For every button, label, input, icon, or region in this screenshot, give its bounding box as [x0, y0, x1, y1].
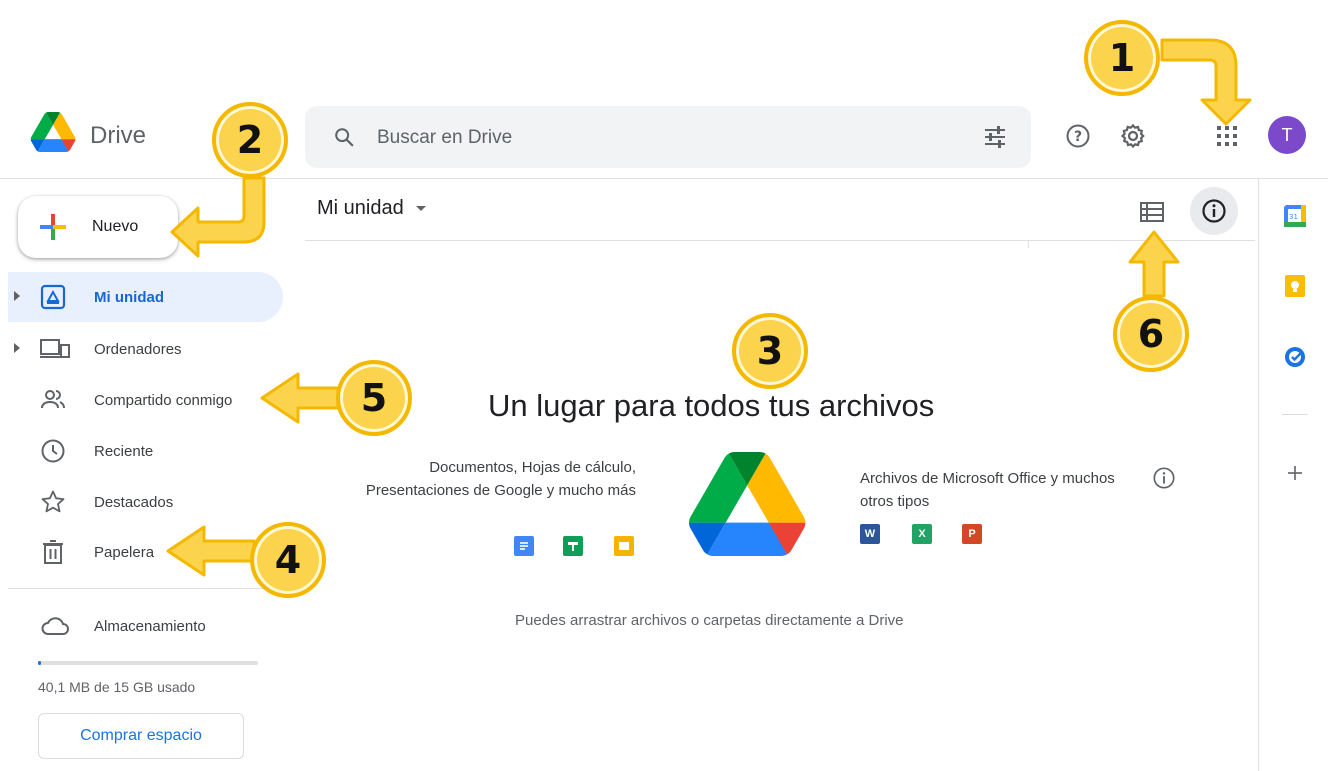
sidebar-item-computers[interactable]: Ordenadores: [8, 324, 283, 374]
my-drive-icon: [40, 284, 66, 310]
docs-icon: [514, 536, 534, 556]
sidebar-item-label: Ordenadores: [94, 340, 182, 358]
calendar-app-icon[interactable]: 31: [1282, 203, 1308, 229]
clock-icon: [41, 439, 65, 463]
callout-3: 3: [732, 313, 808, 389]
sidebar-item-label: Mi unidad: [94, 288, 164, 306]
details-info-button[interactable]: [1190, 187, 1238, 235]
brand-name: Drive: [90, 122, 147, 149]
sidebar-item-label: Papelera: [94, 543, 155, 561]
search-options-icon[interactable]: [983, 126, 1007, 148]
expand-caret-icon[interactable]: [14, 291, 20, 301]
storage-quota-bar: [38, 661, 258, 665]
drive-logo[interactable]: [30, 112, 76, 158]
storage-used-text: 40,1 MB de 15 GB usado: [38, 679, 196, 695]
drive-logo-icon: [689, 452, 806, 556]
side-panel-divider: [1258, 178, 1259, 771]
sheets-icon: [563, 536, 583, 556]
trash-icon: [43, 540, 63, 564]
drive-large-logo: [688, 452, 806, 556]
info-icon[interactable]: [1152, 466, 1178, 492]
sidebar-item-shared[interactable]: Compartido conmigo: [8, 375, 283, 425]
slides-icon: [614, 536, 634, 556]
powerpoint-icon: P: [962, 524, 982, 544]
help-icon[interactable]: ?: [1064, 122, 1092, 150]
sidebar-item-starred[interactable]: Destacados: [8, 477, 283, 527]
sidebar-item-my-drive[interactable]: Mi unidad: [8, 272, 283, 322]
word-icon: W: [860, 524, 880, 544]
buy-storage-button[interactable]: Comprar espacio: [38, 713, 244, 759]
breadcrumb-my-drive[interactable]: Mi unidad: [317, 197, 426, 220]
chevron-down-icon: [415, 206, 426, 211]
add-addon-plus-icon[interactable]: [1282, 460, 1308, 486]
drag-drop-hint: Puedes arrastrar archivos o carpetas dir…: [515, 612, 904, 629]
star-icon: [41, 490, 65, 513]
svg-text:31: 31: [1289, 213, 1298, 221]
search-bar[interactable]: [305, 106, 1031, 168]
sidebar-item-storage[interactable]: Almacenamiento: [8, 601, 283, 651]
sidebar-item-label: Destacados: [94, 493, 174, 511]
callout-2: 2: [212, 102, 288, 178]
sidebar-item-label: Compartido conmigo: [94, 391, 233, 409]
column-divider: [1028, 240, 1029, 248]
sidebar-item-label: Reciente: [94, 442, 154, 460]
search-icon[interactable]: [333, 126, 355, 148]
tasks-app-icon[interactable]: [1282, 344, 1308, 370]
plus-icon: [40, 214, 66, 240]
main-divider: [305, 240, 1255, 241]
list-view-icon: [1140, 202, 1164, 222]
shared-people-icon: [41, 390, 65, 409]
sidebar-divider: [8, 588, 270, 589]
breadcrumb-label: Mi unidad: [317, 197, 404, 219]
callout-5: 5: [336, 360, 412, 436]
drive-logo-icon: [30, 112, 76, 152]
new-button-label: Nuevo: [92, 218, 139, 235]
expand-caret-icon[interactable]: [14, 343, 20, 353]
excel-icon: X: [912, 524, 932, 544]
sidebar-item-recent[interactable]: Reciente: [8, 426, 283, 476]
empty-state-title: Un lugar para todos tus archivos: [488, 388, 935, 423]
google-files-text: Documentos, Hojas de cálculo, Presentaci…: [365, 459, 636, 499]
sidebar-item-trash[interactable]: Papelera: [8, 527, 283, 577]
callout-1: 1: [1084, 20, 1160, 96]
header-divider: [0, 178, 1328, 179]
list-view-toggle[interactable]: [1136, 196, 1168, 228]
new-button[interactable]: Nuevo: [18, 196, 178, 258]
callout-6: 6: [1113, 296, 1189, 372]
svg-text:?: ?: [1074, 129, 1082, 145]
account-avatar[interactable]: T: [1268, 116, 1306, 154]
office-files-text: Archivos de Microsoft Office y muchos ot…: [860, 470, 1115, 510]
computers-icon: [40, 339, 70, 358]
keep-app-icon[interactable]: [1282, 273, 1308, 299]
cloud-icon: [41, 617, 69, 635]
callout-4: 4: [250, 522, 326, 598]
search-input[interactable]: [375, 120, 939, 156]
side-panel-separator: [1282, 414, 1308, 415]
info-icon: [1202, 199, 1226, 223]
sidebar-item-label: Almacenamiento: [94, 617, 206, 635]
storage-quota-fill: [38, 661, 41, 665]
apps-grid-icon[interactable]: [1213, 122, 1241, 150]
settings-gear-icon[interactable]: [1119, 122, 1147, 150]
